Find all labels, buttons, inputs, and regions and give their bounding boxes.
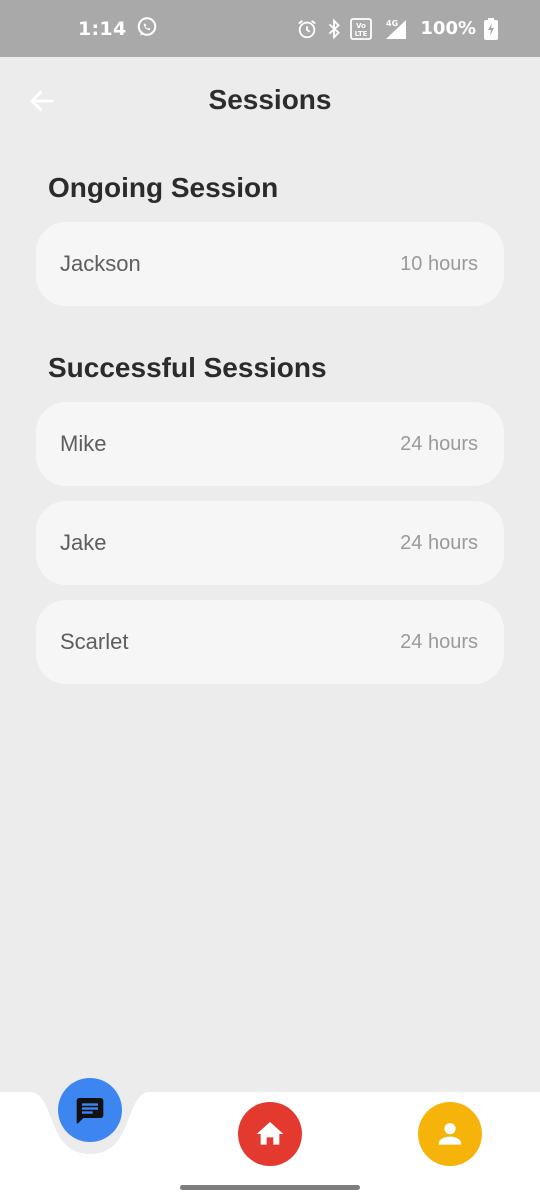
session-card-mike[interactable]: Mike 24 hours <box>36 402 504 486</box>
home-icon <box>256 1122 284 1145</box>
nav-profile-button[interactable] <box>418 1102 482 1166</box>
session-name: Mike <box>60 431 107 456</box>
volte-icon: Vo LTE <box>350 17 373 40</box>
status-left: 1:14 <box>78 0 158 57</box>
whatsapp-icon <box>136 16 158 42</box>
status-bar: 1:14 Vo LTE 4G 100% <box>0 0 540 57</box>
alarm-icon <box>296 18 318 40</box>
session-duration: 24 hours <box>400 531 478 554</box>
status-time: 1:14 <box>78 17 127 40</box>
svg-text:LTE: LTE <box>355 30 368 38</box>
session-duration: 24 hours <box>400 432 478 455</box>
session-duration: 24 hours <box>400 630 478 653</box>
successful-sessions-heading: Successful Sessions <box>48 352 327 383</box>
nav-home-button[interactable] <box>238 1102 302 1166</box>
signal-icon: 4G <box>380 18 408 40</box>
battery-percentage: 100% <box>420 18 476 39</box>
profile-icon <box>438 1123 462 1145</box>
bluetooth-icon <box>326 18 342 40</box>
session-name: Jackson <box>60 251 141 276</box>
home-indicator[interactable] <box>180 1185 360 1190</box>
session-name: Jake <box>60 530 107 555</box>
header: Sessions <box>0 57 540 145</box>
nav-chat-button[interactable] <box>58 1078 122 1142</box>
chat-icon <box>76 1098 104 1124</box>
svg-text:Vo: Vo <box>356 22 366 30</box>
session-card-jake[interactable]: Jake 24 hours <box>36 501 504 585</box>
ongoing-session-heading: Ongoing Session <box>48 172 279 203</box>
session-name: Scarlet <box>60 629 129 654</box>
session-card-jackson[interactable]: Jackson 10 hours <box>36 222 504 306</box>
svg-text:4G: 4G <box>386 19 398 28</box>
battery-charging-icon <box>484 17 498 40</box>
session-card-scarlet[interactable]: Scarlet 24 hours <box>36 600 504 684</box>
session-duration: 10 hours <box>400 252 478 275</box>
bottom-navigation <box>0 1078 540 1200</box>
status-right: Vo LTE 4G 100% <box>296 0 498 57</box>
page-title: Sessions <box>208 84 332 115</box>
